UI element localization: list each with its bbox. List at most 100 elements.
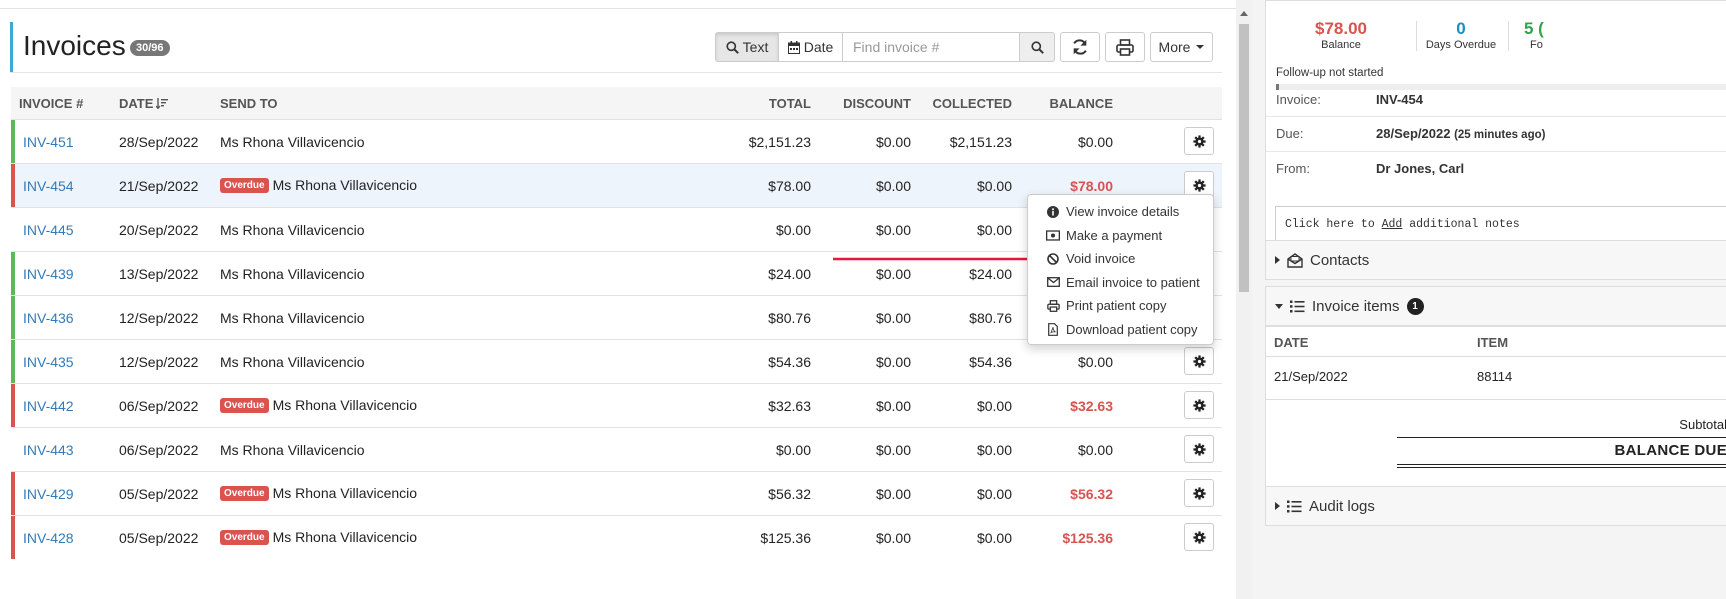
more-button-label: More — [1158, 39, 1191, 55]
invoice-number-link[interactable]: INV-428 — [23, 530, 74, 546]
refresh-icon — [1073, 39, 1087, 55]
print-button[interactable] — [1105, 32, 1145, 62]
invoice-date: 20/Sep/2022 — [119, 222, 199, 238]
additional-notes-box[interactable]: Click here to Add additional notes — [1275, 206, 1726, 243]
table-row[interactable]: INV-429 05/Sep/2022 Overdue Ms Rhona Villav… — [11, 471, 1222, 515]
send-to-cell: Ms Rhona Villavicencio — [220, 354, 364, 370]
followup-status: Follow-up not started — [1276, 67, 1384, 79]
search-by-date-button[interactable]: Date — [778, 32, 842, 62]
invoice-total: $80.76 — [768, 310, 811, 326]
menu-item-label: Make a payment — [1066, 227, 1163, 243]
from-value: Dr Jones, Carl — [1376, 161, 1465, 176]
print-icon — [1116, 38, 1134, 56]
invoice-collected: $0.00 — [976, 486, 1012, 502]
menu-item-print-patient-copy[interactable]: Print patient copy — [1028, 294, 1213, 318]
column-balance[interactable]: BALANCE — [1049, 96, 1113, 111]
invoice-number-link[interactable]: INV-451 — [23, 134, 74, 150]
invoice-number-label: Invoice: — [1276, 92, 1321, 107]
menu-item-download-patient-copy[interactable]: Download patient copy — [1028, 318, 1213, 342]
balance-due-double-rule — [1397, 464, 1726, 468]
invoice-number-link[interactable]: INV-436 — [23, 310, 74, 326]
add-notes-link[interactable]: Add — [1382, 218, 1403, 231]
menu-item-view-invoice-details[interactable]: View invoice details — [1028, 200, 1213, 224]
column-discount[interactable]: DISCOUNT — [843, 96, 911, 111]
items-row-item: 88114 — [1477, 369, 1513, 384]
audit-logs-section-toggle[interactable]: Audit logs — [1265, 486, 1726, 526]
invoice-summary-card: $78.00 Balance 0 Days Overdue 5 ( Fo Fol… — [1265, 0, 1726, 243]
invoice-discount: $0.00 — [875, 398, 911, 414]
invoice-number-link[interactable]: INV-429 — [23, 486, 74, 502]
contacts-section-toggle[interactable]: Contacts — [1265, 240, 1726, 280]
search-by-text-button[interactable]: Text — [715, 32, 778, 62]
invoice-discount: $0.00 — [875, 178, 911, 194]
invoice-number-link[interactable]: INV-454 — [23, 178, 74, 194]
menu-item-make-a-payment[interactable]: Make a payment — [1028, 224, 1213, 248]
column-send-to[interactable]: SEND TO — [220, 96, 278, 111]
scroll-up-arrow[interactable] — [1240, 11, 1248, 16]
column-invoice[interactable]: INVOICE # — [19, 96, 83, 111]
list-scrollbar[interactable] — [1236, 0, 1252, 599]
refresh-button[interactable] — [1060, 32, 1100, 62]
send-to-name: Ms Rhona Villavicencio — [272, 529, 418, 545]
invoice-discount: $0.00 — [875, 354, 911, 370]
table-row[interactable]: INV-451 28/Sep/2022 Ms Rhona Villavicencio… — [11, 119, 1222, 163]
row-status-bar — [11, 252, 15, 295]
row-actions-button[interactable] — [1184, 479, 1214, 507]
find-invoice-input[interactable] — [842, 32, 1020, 62]
row-actions-button[interactable] — [1184, 435, 1214, 463]
invoice-list-panel: Invoices 30/96 Text Date More INVOICE # — [0, 0, 1236, 599]
send-to-cell: Overdue Ms Rhona Villavicencio — [220, 529, 417, 545]
table-row[interactable]: INV-428 05/Sep/2022 Overdue Ms Rhona Villav… — [11, 515, 1222, 559]
followup-progress-fill — [1276, 84, 1279, 90]
gear-icon — [1192, 354, 1206, 368]
followup-progress-bar — [1276, 84, 1726, 90]
invoice-number-link[interactable]: INV-439 — [23, 266, 74, 282]
due-date-label: Due: — [1276, 126, 1304, 141]
send-to-cell: Overdue Ms Rhona Villavicencio — [220, 397, 417, 413]
invoice-detail-panel: $78.00 Balance 0 Days Overdue 5 ( Fo Fol… — [1252, 0, 1726, 599]
table-row[interactable]: INV-435 12/Sep/2022 Ms Rhona Villavicencio… — [11, 339, 1222, 383]
send-to-name: Ms Rhona Villavicencio — [220, 310, 365, 326]
row-actions-button[interactable] — [1184, 347, 1214, 375]
row-actions-button[interactable] — [1184, 523, 1214, 551]
search-icon — [726, 40, 739, 54]
envelope-open-icon — [1287, 252, 1303, 268]
audit-logs-section-label: Audit logs — [1309, 497, 1375, 515]
print-icon — [1046, 299, 1060, 312]
table-row[interactable]: INV-443 06/Sep/2022 Ms Rhona Villavicencio… — [11, 427, 1222, 471]
table-row[interactable]: INV-442 06/Sep/2022 Overdue Ms Rhona Villav… — [11, 383, 1222, 427]
scroll-thumb[interactable] — [1239, 24, 1249, 292]
invoice-number-link[interactable]: INV-445 — [23, 222, 74, 238]
balance-stat: $78.00 Balance — [1291, 19, 1391, 51]
invoice-discount: $0.00 — [875, 134, 911, 150]
invoice-collected: $0.00 — [976, 398, 1012, 414]
column-date[interactable]: DATE — [119, 96, 169, 111]
invoice-number-link[interactable]: INV-435 — [23, 354, 74, 370]
date-button-label: Date — [803, 39, 834, 55]
invoice-date: 12/Sep/2022 — [119, 354, 199, 370]
invoice-balance: $0.00 — [1077, 442, 1113, 458]
menu-item-email-invoice-to-patient[interactable]: Email invoice to patient — [1028, 271, 1213, 295]
menu-item-void-invoice[interactable]: Void invoice — [1028, 247, 1213, 271]
money-icon — [1046, 230, 1060, 241]
gear-icon — [1192, 398, 1206, 412]
column-total[interactable]: TOTAL — [769, 96, 811, 111]
invoice-number-link[interactable]: INV-442 — [23, 398, 74, 414]
gear-icon — [1192, 178, 1206, 192]
ban-icon — [1046, 252, 1060, 265]
column-collected[interactable]: COLLECTED — [933, 96, 1012, 111]
invoice-collected: $80.76 — [969, 310, 1012, 326]
row-actions-button[interactable] — [1184, 127, 1214, 155]
search-submit-button[interactable] — [1019, 32, 1055, 62]
send-to-name: Ms Rhona Villavicencio — [220, 134, 365, 150]
row-status-bar — [11, 120, 15, 163]
invoice-items-section-toggle[interactable]: Invoice items 1 — [1265, 286, 1726, 326]
invoice-number-link[interactable]: INV-443 — [23, 442, 74, 458]
caret-right-icon — [1275, 502, 1280, 510]
overdue-badge: Overdue — [220, 529, 269, 545]
more-dropdown-button[interactable]: More — [1150, 32, 1213, 62]
menu-item-label: Void invoice — [1066, 251, 1136, 267]
due-date-value: 28/Sep/2022 (25 minutes ago) — [1376, 126, 1545, 141]
invoice-number-value: INV-454 — [1376, 92, 1423, 107]
row-actions-button[interactable] — [1184, 391, 1214, 419]
